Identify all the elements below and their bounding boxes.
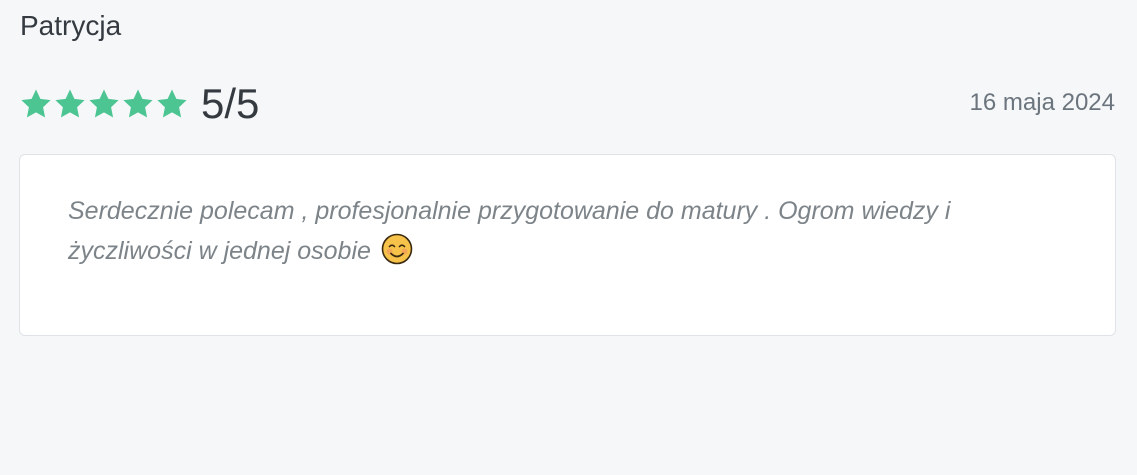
review-comment-text: Serdecznie polecam , profesjonalnie przy… bbox=[68, 197, 951, 265]
review-author: Patrycja bbox=[20, 10, 122, 41]
star-icon bbox=[87, 87, 121, 121]
review-comment-card: Serdecznie polecam , profesjonalnie przy… bbox=[19, 154, 1116, 336]
review-comment: Serdecznie polecam , profesjonalnie przy… bbox=[68, 191, 1058, 271]
star-icon bbox=[53, 87, 87, 121]
review-date: 16 maja 2024 bbox=[969, 89, 1115, 116]
star-rating bbox=[19, 87, 189, 121]
rating-score: 5/5 bbox=[201, 80, 260, 127]
star-icon bbox=[121, 87, 155, 121]
review-item: Patrycja 5/5 16 maja 2024 Serdecznie pol… bbox=[0, 0, 1137, 475]
rating: 5/5 bbox=[19, 80, 259, 128]
smiling-face-icon bbox=[381, 233, 413, 265]
star-icon bbox=[155, 87, 189, 121]
star-icon bbox=[19, 87, 53, 121]
